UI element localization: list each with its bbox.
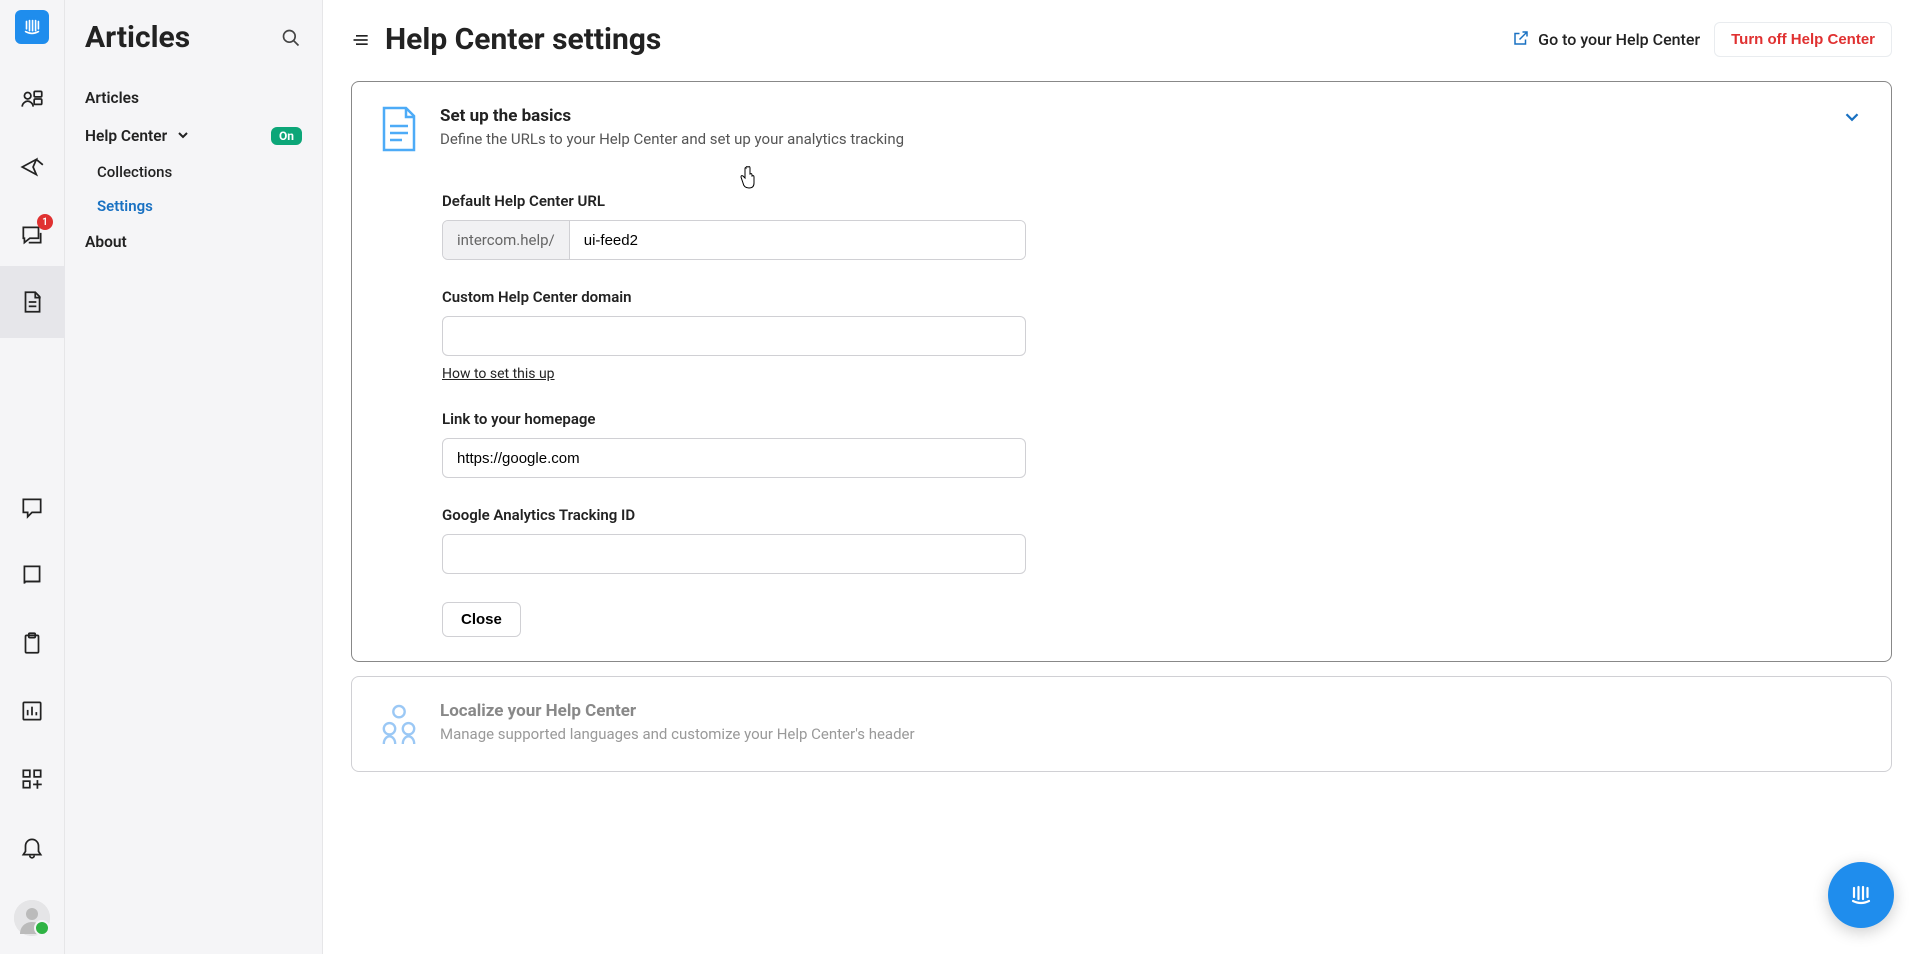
ga-label: Google Analytics Tracking ID (442, 506, 1026, 524)
nav-articles[interactable]: Articles (65, 79, 322, 117)
intercom-logo[interactable] (15, 10, 49, 44)
apps-icon[interactable] (17, 764, 47, 794)
domain-input[interactable] (442, 316, 1026, 356)
url-prefix: intercom.help/ (443, 221, 570, 259)
external-link-icon (1512, 29, 1530, 51)
chevron-down-icon (177, 129, 189, 141)
page-title: Help Center settings (385, 22, 1498, 57)
url-label: Default Help Center URL (442, 192, 1026, 210)
sidebar-title: Articles (85, 20, 190, 55)
document-icon (380, 106, 418, 152)
hamburger-icon[interactable] (351, 30, 371, 50)
messages-icon[interactable] (17, 492, 47, 522)
basics-card-header[interactable]: Set up the basics Define the URLs to you… (380, 106, 1863, 152)
homepage-label: Link to your homepage (442, 410, 1026, 428)
sidebar: Articles Articles Help Center On Collect… (65, 0, 323, 954)
outbound-icon[interactable] (17, 152, 47, 182)
conversations-icon[interactable]: 1 (17, 220, 47, 250)
conversations-badge: 1 (37, 214, 53, 230)
nav-about[interactable]: About (65, 223, 322, 261)
close-button[interactable]: Close (442, 602, 521, 637)
people-icon (380, 701, 418, 747)
articles-icon[interactable] (0, 266, 65, 338)
localize-title: Localize your Help Center (440, 701, 1863, 721)
nav-about-label: About (85, 233, 127, 251)
intercom-messenger-button[interactable] (1828, 862, 1894, 928)
basics-card: Set up the basics Define the URLs to you… (351, 81, 1892, 662)
url-input[interactable] (570, 221, 1025, 259)
nav-settings[interactable]: Settings (65, 189, 322, 223)
domain-help-link[interactable]: How to set this up (442, 366, 555, 382)
notifications-icon[interactable] (17, 832, 47, 862)
url-input-group: intercom.help/ (442, 220, 1026, 260)
platform-icon[interactable] (17, 84, 47, 114)
homepage-input[interactable] (442, 438, 1026, 478)
main: Help Center settings Go to your Help Cen… (323, 0, 1920, 954)
nav-rail: 1 (0, 0, 65, 954)
nav-collections[interactable]: Collections (65, 155, 322, 189)
basics-subtitle: Define the URLs to your Help Center and … (440, 130, 1819, 148)
user-avatar[interactable] (14, 900, 50, 936)
localize-subtitle: Manage supported languages and customize… (440, 725, 1863, 743)
basics-title: Set up the basics (440, 106, 1819, 126)
localize-card: Localize your Help Center Manage support… (351, 676, 1892, 772)
nav-help-center-label: Help Center (85, 127, 167, 145)
nav-help-center[interactable]: Help Center On (65, 117, 322, 155)
turn-off-button[interactable]: Turn off Help Center (1714, 22, 1892, 57)
nav-articles-label: Articles (85, 89, 139, 107)
reports-icon[interactable] (17, 696, 47, 726)
clipboard-icon[interactable] (17, 628, 47, 658)
help-center-status-badge: On (271, 127, 302, 145)
search-icon[interactable] (280, 27, 302, 49)
page-header: Help Center settings Go to your Help Cen… (323, 0, 1920, 81)
go-to-help-center-link[interactable]: Go to your Help Center (1512, 29, 1700, 51)
book-icon[interactable] (17, 560, 47, 590)
domain-label: Custom Help Center domain (442, 288, 1026, 306)
localize-card-header[interactable]: Localize your Help Center Manage support… (380, 701, 1863, 747)
ga-input[interactable] (442, 534, 1026, 574)
chevron-down-icon (1841, 106, 1863, 132)
go-link-label: Go to your Help Center (1538, 30, 1700, 49)
